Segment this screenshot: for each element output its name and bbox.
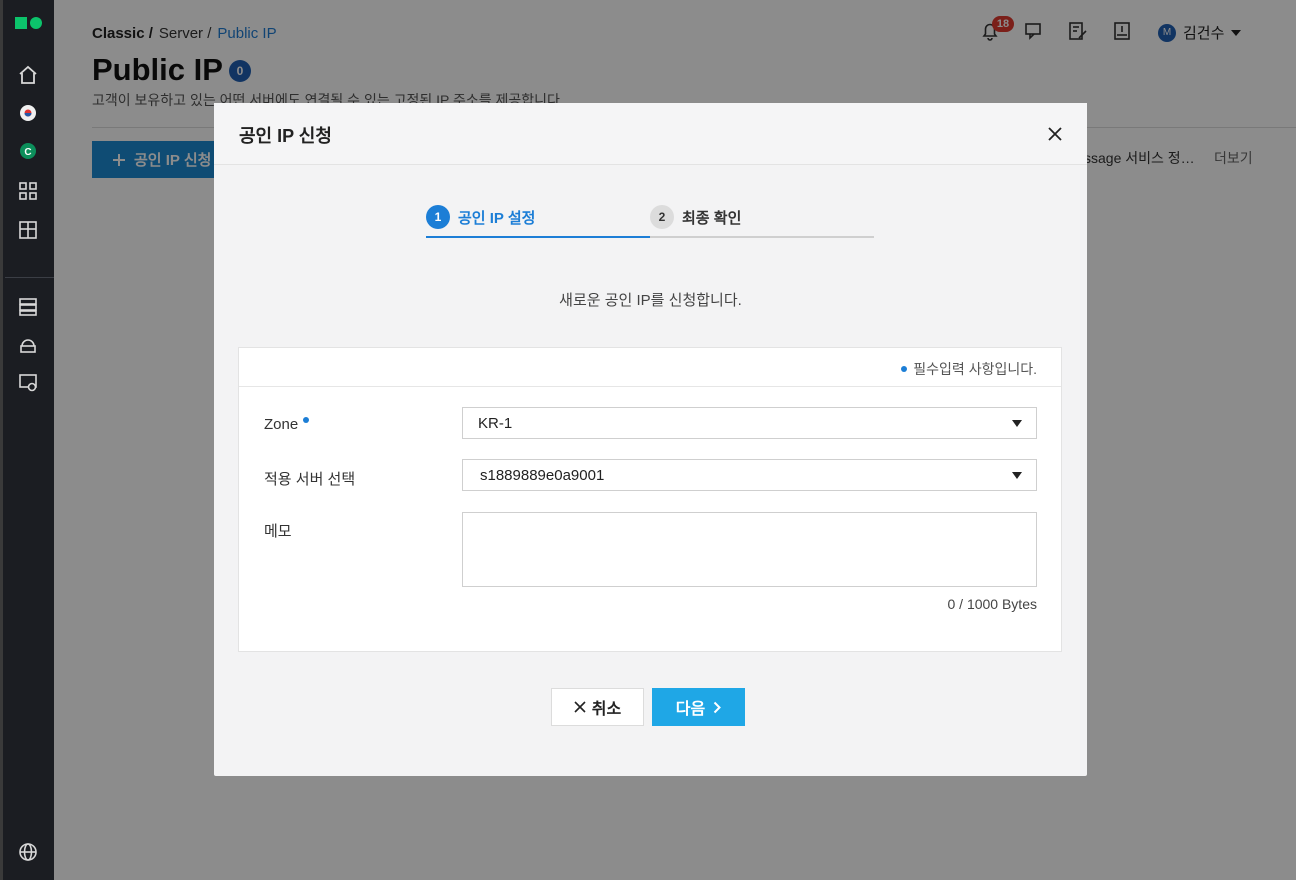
zone-label: Zone: [264, 416, 310, 433]
dropdown-arrow-icon: [1012, 420, 1022, 427]
required-dot-icon: [303, 417, 310, 423]
rail-divider: [5, 277, 54, 278]
step-public-ip-settings[interactable]: 1 공인 IP 설정: [426, 195, 650, 239]
network-icon[interactable]: [17, 372, 39, 394]
report-icon[interactable]: [17, 219, 39, 241]
classic-platform-icon[interactable]: C: [17, 140, 39, 162]
required-note-text: 필수입력 사항입니다.: [913, 361, 1037, 377]
memo-textarea[interactable]: [462, 512, 1037, 587]
memo-byte-counter: 0 / 1000 Bytes: [947, 596, 1037, 612]
apply-public-ip-dialog: 공인 IP 신청 1 공인 IP 설정 2 최종 확인 새로운 공인 IP를 신…: [214, 103, 1087, 776]
step-active-underline: [426, 236, 650, 238]
close-icon: [574, 701, 586, 713]
dialog-header: 공인 IP 신청: [214, 103, 1087, 165]
chevron-right-icon: [714, 701, 722, 713]
required-note-row: 필수입력 사항입니다.: [239, 348, 1061, 387]
memo-label: 메모: [264, 523, 292, 540]
brand-logo[interactable]: [15, 16, 43, 30]
left-nav-rail: C: [0, 0, 54, 880]
form-panel: 필수입력 사항입니다. Zone KR-1 적용 서버 선택 s1889889e…: [238, 347, 1062, 652]
server-select[interactable]: s1889889e0a9001: [462, 459, 1037, 491]
cloud-storage-icon[interactable]: [17, 334, 39, 356]
wizard-steps: 1 공인 IP 설정 2 최종 확인: [426, 195, 874, 239]
step-number: 1: [426, 205, 450, 229]
step-label: 최종 확인: [682, 209, 742, 227]
svg-text:C: C: [24, 147, 31, 158]
zone-select[interactable]: KR-1: [462, 407, 1037, 439]
step-final-confirm[interactable]: 2 최종 확인: [650, 195, 874, 239]
zone-selected-value: KR-1: [478, 414, 513, 432]
dropdown-arrow-icon: [1012, 472, 1022, 479]
dashboard-grid-icon[interactable]: [17, 180, 39, 202]
dialog-intro: 새로운 공인 IP를 신청합니다.: [559, 292, 742, 309]
server-selected-value: s1889889e0a9001: [480, 466, 605, 484]
server-icon[interactable]: [17, 296, 39, 318]
next-button-label: 다음: [675, 701, 706, 718]
required-dot-icon: [901, 366, 908, 372]
server-select-label: 적용 서버 선택: [264, 471, 356, 488]
home-icon[interactable]: [17, 64, 39, 86]
required-note: 필수입력 사항입니다.: [901, 359, 1037, 379]
region-flag-icon[interactable]: [17, 102, 39, 124]
zone-label-text: Zone: [264, 416, 299, 433]
next-button[interactable]: 다음: [652, 688, 745, 726]
step-inactive-underline: [650, 236, 874, 238]
globe-icon[interactable]: [17, 841, 39, 863]
cancel-button[interactable]: 취소: [551, 688, 644, 726]
dialog-title: 공인 IP 신청: [239, 126, 332, 146]
cancel-button-label: 취소: [591, 701, 622, 718]
step-label: 공인 IP 설정: [458, 209, 536, 227]
step-number: 2: [650, 205, 674, 229]
close-icon[interactable]: [1046, 125, 1064, 143]
rail-edge: [0, 0, 3, 880]
